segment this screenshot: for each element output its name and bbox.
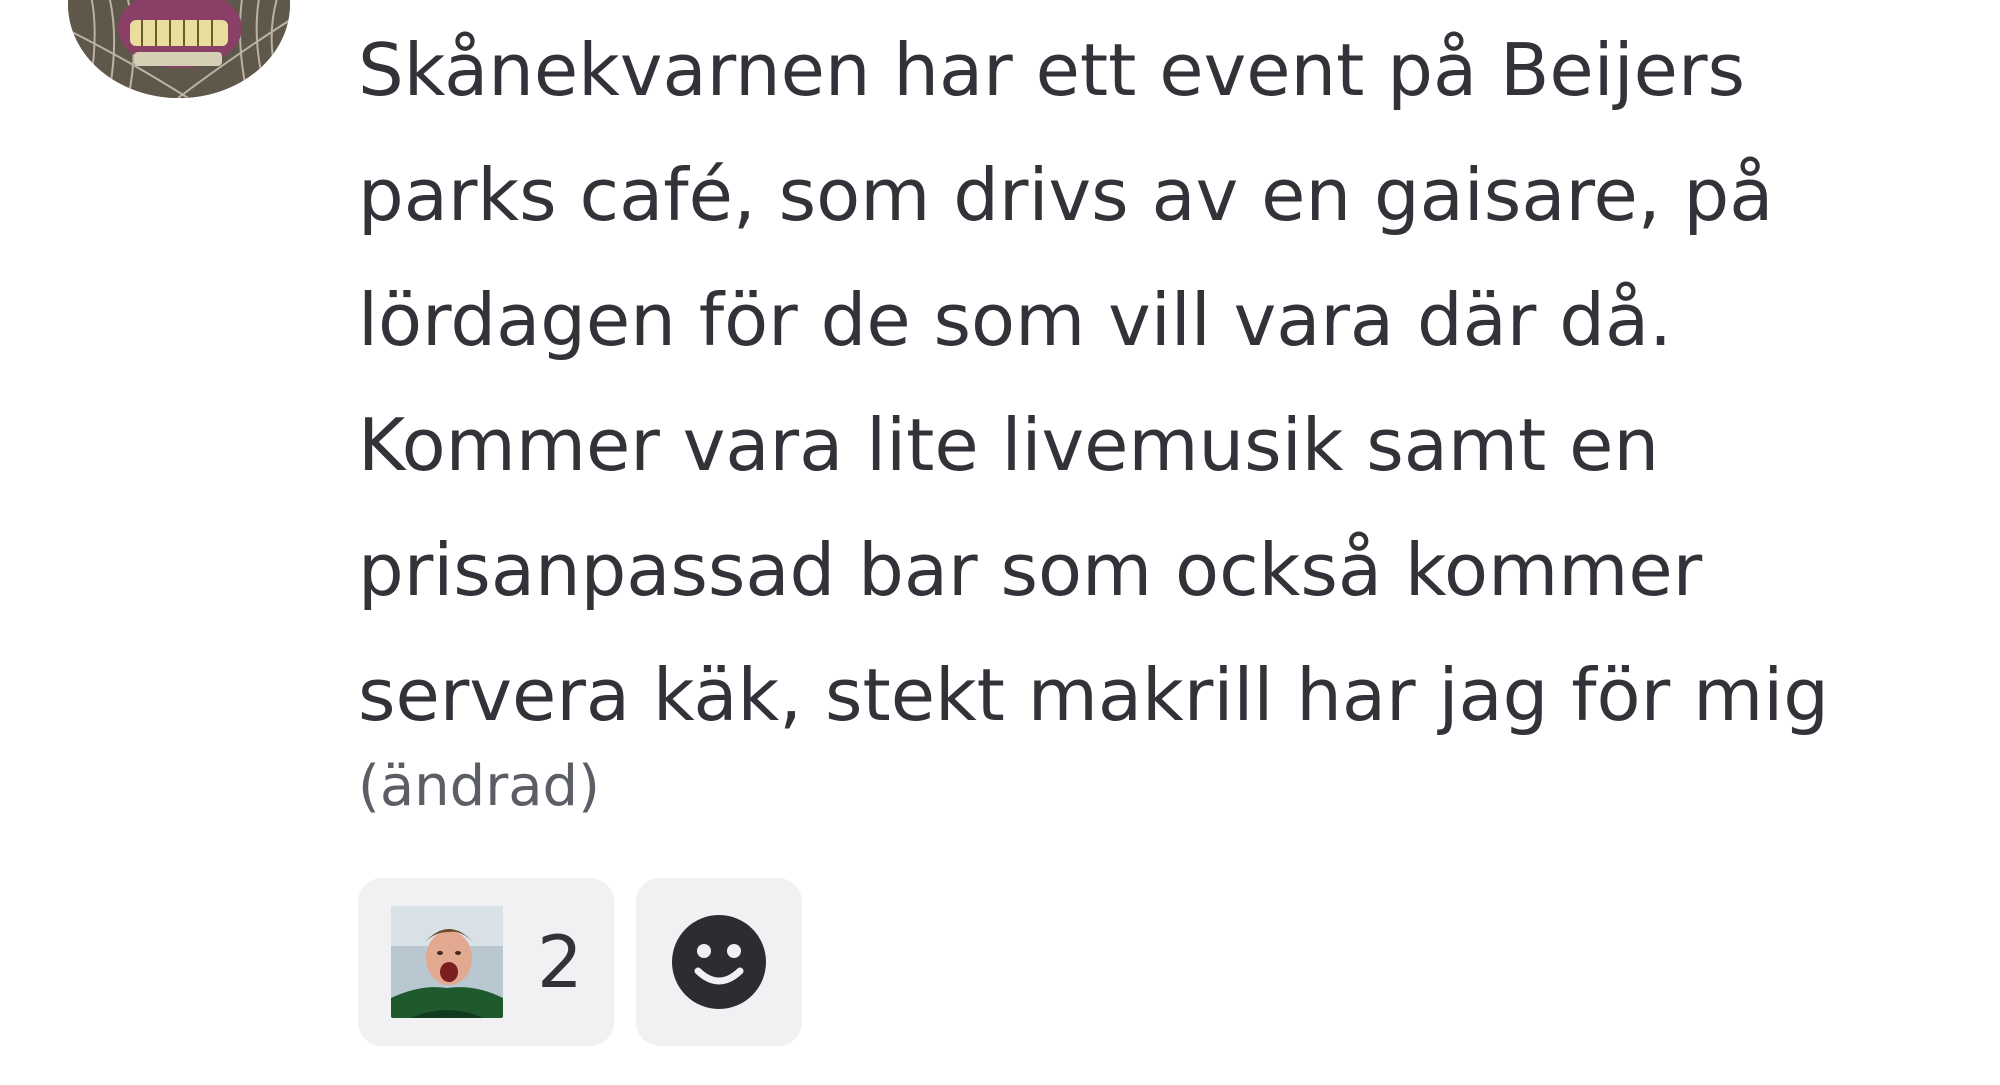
user-avatar[interactable] (68, 0, 290, 98)
message-text-line: parks café, som drivs av en gaisare, på (358, 153, 1774, 237)
message-text-line: prisanpassad bar som också kommer (358, 528, 1703, 612)
edited-label: (ändrad) (358, 754, 600, 819)
reaction-chip[interactable]: 2 (358, 878, 614, 1046)
add-reaction-button[interactable] (636, 878, 802, 1046)
reaction-count: 2 (537, 920, 583, 1004)
message-text-line: servera käk, stekt makrill har jag för m… (358, 653, 1829, 737)
message-text-line: lördagen för de som vill vara där då. (358, 278, 1672, 362)
player-emoji-icon (391, 906, 503, 1018)
message-text-line: Kommer vara lite livemusik samt en (358, 403, 1660, 487)
reactions-bar: 2 (358, 878, 802, 1046)
message-content: Skånekvarnen har ett event på Beijers pa… (358, 8, 1958, 758)
message-text-line: Skånekvarnen har ett event på Beijers (358, 28, 1746, 112)
avatar-image (68, 0, 290, 98)
smiley-face-icon (672, 915, 766, 1009)
